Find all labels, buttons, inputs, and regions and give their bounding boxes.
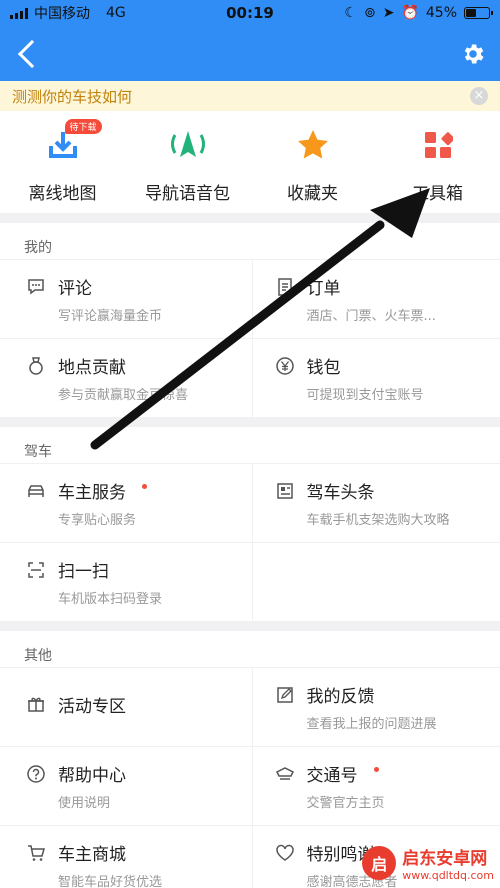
new-dot (142, 484, 147, 489)
banner-text: 测测你的车技如何 (12, 87, 133, 106)
entry-subtitle: 专享贴心服务 (58, 513, 137, 528)
comment-icon (28, 278, 44, 294)
section-title: 其他 (24, 648, 52, 664)
car-owner-service-entry[interactable]: 车主服务 专享贴心服务 (0, 464, 252, 542)
comment-entry[interactable]: 评论 写评论赢海量金币 (0, 260, 252, 338)
signal-icon (10, 7, 28, 19)
driving-headlines-entry[interactable]: 驾车头条 车载手机支架选购大攻略 (251, 464, 500, 542)
quick-action-label: 离线地图 (28, 184, 97, 204)
help-icon (27, 764, 45, 783)
toolbox-button[interactable]: 工具箱 (375, 125, 500, 213)
entry-subtitle: 查看我上报的问题进展 (306, 717, 437, 732)
cart-icon (28, 844, 45, 861)
gift-icon (28, 697, 44, 712)
entry-subtitle: 交警官方主页 (306, 796, 385, 811)
orders-entry[interactable]: 订单 酒店、门票、火车票... (251, 260, 500, 338)
clock: 00:19 (226, 4, 274, 22)
my-feedback-entry[interactable]: 我的反馈 查看我上报的问题进展 (251, 668, 500, 746)
entry-subtitle: 车机版本扫码登录 (58, 592, 163, 607)
section-title: 驾车 (24, 444, 52, 460)
entry-title: 订单 (306, 279, 341, 299)
place-contribution-entry[interactable]: 地点贡献 参与贡献赢取金豆惊喜 (0, 339, 252, 417)
scan-icon (28, 561, 44, 578)
entry-subtitle: 写评论赢海量金币 (58, 309, 163, 324)
entry-title: 地点贡献 (58, 358, 126, 378)
offline-map-button[interactable]: 待下载 离线地图 (0, 119, 125, 213)
quick-action-label: 导航语音包 (145, 184, 230, 204)
entry-subtitle: 智能车品好货优选 (58, 875, 163, 888)
site-watermark: 启 启东安卓网 www.qdltdq.com (362, 844, 494, 882)
toolbox-icon (418, 125, 458, 165)
entry-title: 帮助中心 (58, 766, 126, 786)
battery-fill (466, 9, 476, 17)
watermark-url: www.qdltdq.com (402, 869, 494, 882)
alarm-icon: ⏰ (401, 5, 419, 21)
battery-percent: 45% (425, 5, 457, 21)
heart-icon (275, 844, 294, 861)
entry-subtitle: 酒店、门票、火车票... (306, 309, 436, 324)
police-cap-icon (275, 766, 294, 780)
wallet-entry[interactable]: 钱包 可提现到支付宝账号 (251, 339, 500, 417)
network-type: 4G (106, 5, 126, 21)
rotation-lock-icon: ⊚ (363, 5, 376, 21)
activity-zone-entry[interactable]: 活动专区 (0, 668, 252, 746)
entry-title: 钱包 (306, 358, 341, 378)
moon-icon: ☾ (344, 5, 357, 21)
quick-action-label: 工具箱 (412, 184, 463, 204)
new-dot (373, 767, 379, 772)
entry-title: 扫一扫 (58, 562, 109, 582)
medal-icon (29, 356, 43, 375)
close-icon[interactable]: × (470, 87, 488, 105)
nav-bar (0, 26, 500, 81)
menu-row: 帮助中心 使用说明 交通号 交警官方主页 (0, 746, 500, 825)
favorites-button[interactable]: 收藏夹 (250, 125, 375, 213)
gear-icon[interactable] (460, 41, 486, 67)
traffic-police-entry[interactable]: 交通号 交警官方主页 (251, 747, 500, 825)
carrier-name: 中国移动 (34, 6, 90, 22)
menu-row: 扫一扫 车机版本扫码登录 (0, 542, 500, 621)
menu-row: 活动专区 我的反馈 查看我上报的问题进展 (0, 667, 500, 746)
entry-subtitle: 参与贡献赢取金豆惊喜 (58, 388, 189, 403)
entry-title: 我的反馈 (306, 687, 375, 707)
entry-title: 驾车头条 (306, 483, 375, 503)
menu-row: 地点贡献 参与贡献赢取金豆惊喜 钱包 可提现到支付宝账号 (0, 338, 500, 417)
entry-title: 交通号 (306, 766, 358, 786)
status-bar: 中国移动 4G 00:19 ☾ ⊚ ➤ ⏰ 45% (0, 0, 500, 26)
watermark-title: 启东安卓网 (402, 849, 488, 869)
entry-subtitle: 车载手机支架选购大攻略 (306, 513, 450, 528)
menu-row: 评论 写评论赢海量金币 订单 酒店、门票、火车票... (0, 259, 500, 338)
entry-title: 评论 (58, 279, 92, 299)
help-center-entry[interactable]: 帮助中心 使用说明 (0, 747, 252, 825)
empty-cell (251, 543, 500, 621)
quick-actions: 待下载 离线地图 导航语音包 收藏夹 工具箱 (0, 111, 500, 213)
scan-entry[interactable]: 扫一扫 车机版本扫码登录 (0, 543, 252, 621)
entry-subtitle: 可提现到支付宝账号 (306, 388, 424, 403)
entry-title: 活动专区 (58, 696, 126, 717)
section-mine: 我的 评论 写评论赢海量金币 订单 酒店、门票、火车票... 地点贡献 参与贡献… (0, 223, 500, 417)
entry-title: 车主服务 (58, 483, 126, 503)
section-title: 我的 (24, 240, 52, 256)
download-icon: 待下载 (43, 119, 102, 165)
quick-action-label: 收藏夹 (287, 184, 338, 204)
entry-title: 车主商城 (58, 845, 126, 865)
voice-pack-button[interactable]: 导航语音包 (125, 125, 250, 213)
order-icon (277, 277, 292, 296)
car-icon (28, 484, 44, 497)
menu-row: 车主服务 专享贴心服务 驾车头条 车载手机支架选购大攻略 (0, 463, 500, 542)
back-arrow-icon[interactable] (17, 39, 47, 68)
watermark-logo-icon: 启 (362, 846, 397, 880)
news-icon (276, 482, 293, 499)
car-mall-entry[interactable]: 车主商城 智能车品好货优选 (0, 826, 252, 888)
voice-navigation-icon (168, 125, 208, 165)
download-pending-badge: 待下载 (64, 119, 102, 134)
star-icon (293, 125, 333, 165)
section-driving: 驾车 车主服务 专享贴心服务 驾车头条 车载手机支架选购大攻略 扫一扫 车机版本… (0, 427, 500, 621)
entry-subtitle: 使用说明 (58, 796, 111, 811)
edit-icon (276, 686, 293, 703)
location-icon: ➤ (382, 5, 395, 21)
battery-icon (464, 7, 493, 19)
promo-banner[interactable]: 测测你的车技如何 × (0, 81, 500, 111)
yen-icon (275, 356, 294, 375)
